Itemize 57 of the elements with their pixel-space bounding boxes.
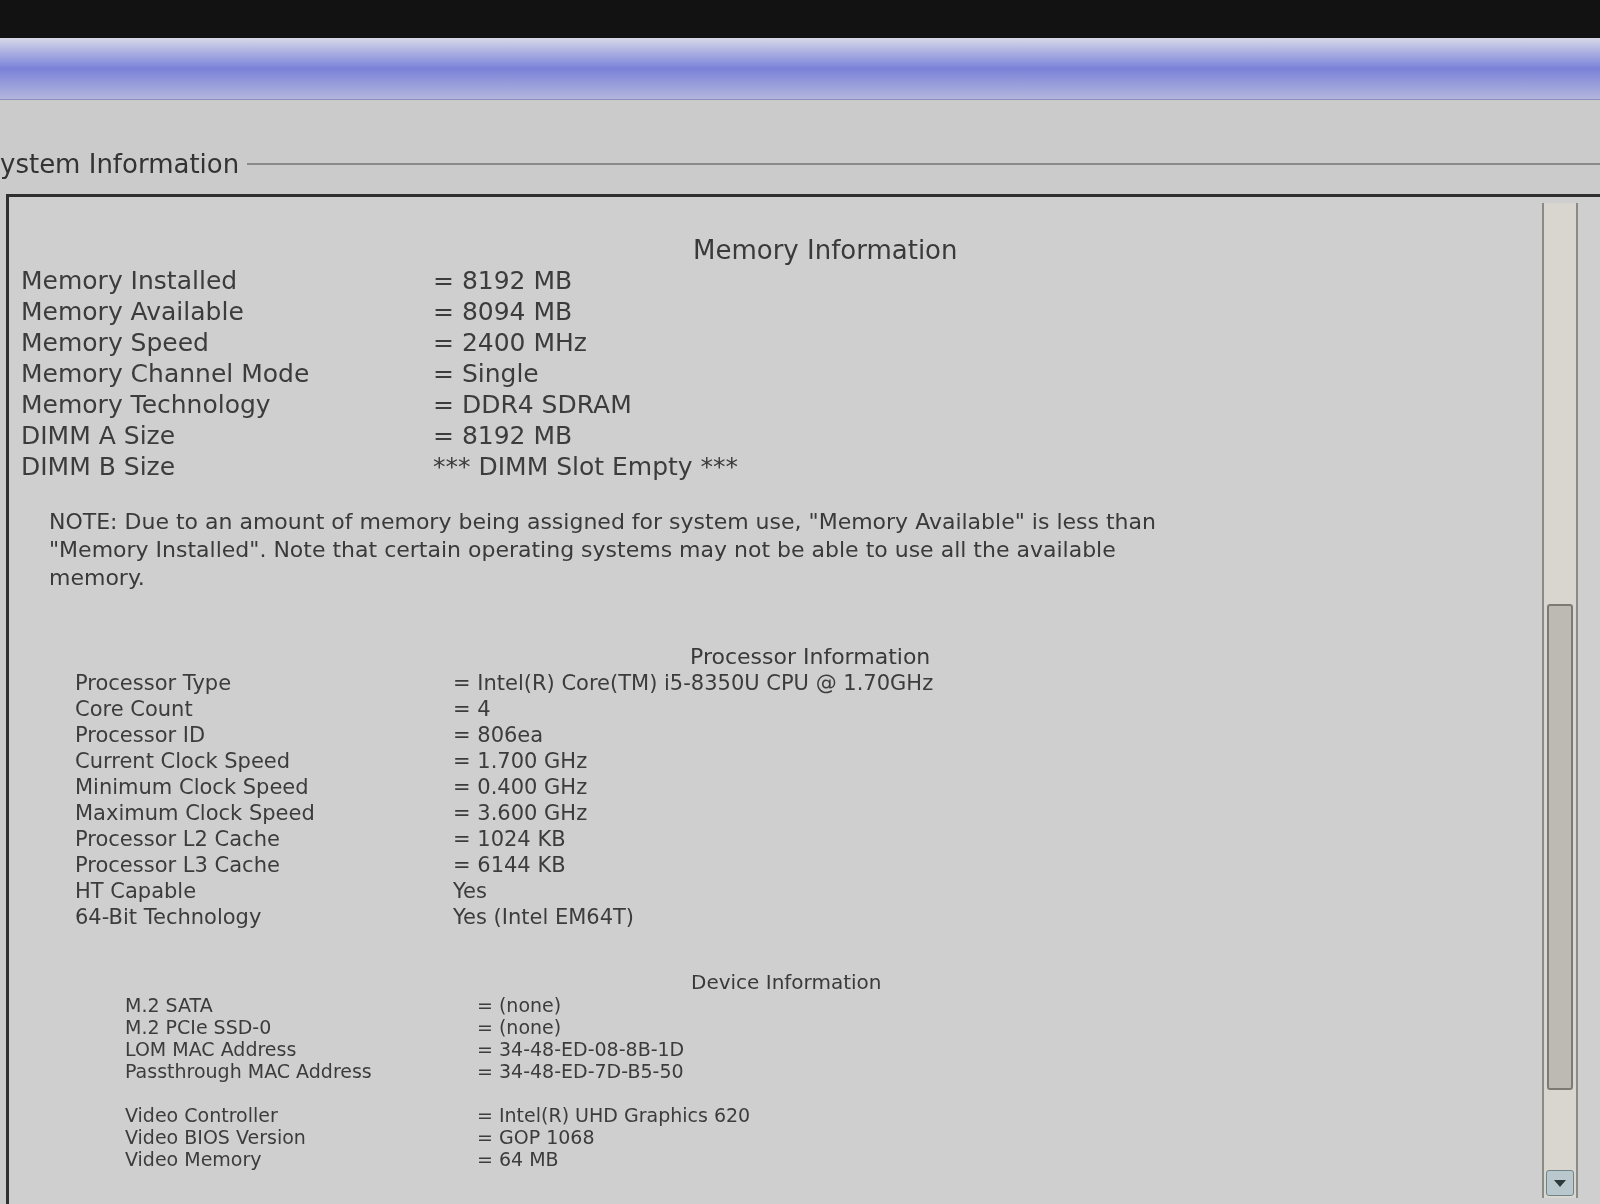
field-label: Current Clock Speed [75, 748, 292, 774]
field-value: = 8192 MB [433, 265, 573, 296]
field-value: = GOP 1068 [477, 1126, 595, 1148]
field-value: = (none) [477, 994, 562, 1016]
field-value: = 1.700 GHz [453, 748, 588, 774]
field-value: = DDR4 SDRAM [433, 389, 632, 420]
field-label: Video BIOS Version [125, 1126, 307, 1148]
group-title: ystem Information [0, 148, 241, 180]
caret-down-icon [1554, 1179, 1566, 1187]
field-label: Passthrough MAC Address [125, 1060, 373, 1082]
field-label: HT Capable [75, 878, 198, 904]
field-label: Core Count [75, 696, 194, 722]
field-value: = 6144 KB [453, 852, 566, 878]
field-label: Memory Technology [21, 389, 272, 420]
field-value: = 34-48-ED-7D-B5-50 [477, 1060, 684, 1082]
field-value: = (none) [477, 1016, 562, 1038]
field-value: = 8094 MB [433, 296, 573, 327]
note-text: NOTE: Due to an amount of memory being assigned for system use, "Memory Available" is less than "Memory Installed". Note that certain operating systems may not be able to use all the available memory. [49, 508, 1157, 592]
field-value: = Intel(R) Core(TM) i5-8350U CPU @ 1.70GHz [453, 670, 934, 696]
field-value: = 1024 KB [453, 826, 566, 852]
field-label: Processor ID [75, 722, 207, 748]
field-label: Video Memory [125, 1148, 263, 1170]
field-value: = 64 MB [477, 1148, 559, 1170]
field-label: Processor Type [75, 670, 233, 696]
field-value: = 4 [453, 696, 491, 722]
scroll-down-button[interactable] [1546, 1170, 1574, 1196]
field-label: Memory Channel Mode [21, 358, 311, 389]
field-value: = Single [433, 358, 539, 389]
field-value: = 34-48-ED-08-8B-1D [477, 1038, 685, 1060]
scrollbar-thumb[interactable] [1547, 604, 1573, 1090]
field-label: Memory Speed [21, 327, 210, 358]
section-heading: Device Information [691, 970, 882, 994]
field-label: Memory Available [21, 296, 245, 327]
section-heading: Processor Information [690, 644, 931, 670]
field-value: = 0.400 GHz [453, 774, 588, 800]
field-value: = 2400 MHz [433, 327, 587, 358]
field-value: = 3.600 GHz [453, 800, 588, 826]
field-label: Processor L2 Cache [75, 826, 281, 852]
field-value: *** DIMM Slot Empty *** [433, 451, 739, 482]
field-label: Memory Installed [21, 265, 239, 296]
field-value: Yes (Intel EM64T) [453, 904, 635, 930]
section-heading: Memory Information [693, 235, 958, 265]
field-label: M.2 PCIe SSD-0 [125, 1016, 273, 1038]
field-label: Maximum Clock Speed [75, 800, 316, 826]
scrollbar-track[interactable] [1542, 203, 1578, 1198]
field-label: DIMM A Size [21, 420, 177, 451]
field-value: = Intel(R) UHD Graphics 620 [477, 1104, 751, 1126]
field-value: = 8192 MB [433, 420, 573, 451]
field-label: 64-Bit Technology [75, 904, 263, 930]
field-label: DIMM B Size [21, 451, 177, 482]
field-label: Processor L3 Cache [75, 852, 281, 878]
field-value: = 806ea [453, 722, 544, 748]
field-label: LOM MAC Address [125, 1038, 298, 1060]
field-label: M.2 SATA [125, 994, 214, 1016]
field-value: Yes [453, 878, 487, 904]
field-label: Video Controller [125, 1104, 279, 1126]
field-label: Minimum Clock Speed [75, 774, 310, 800]
